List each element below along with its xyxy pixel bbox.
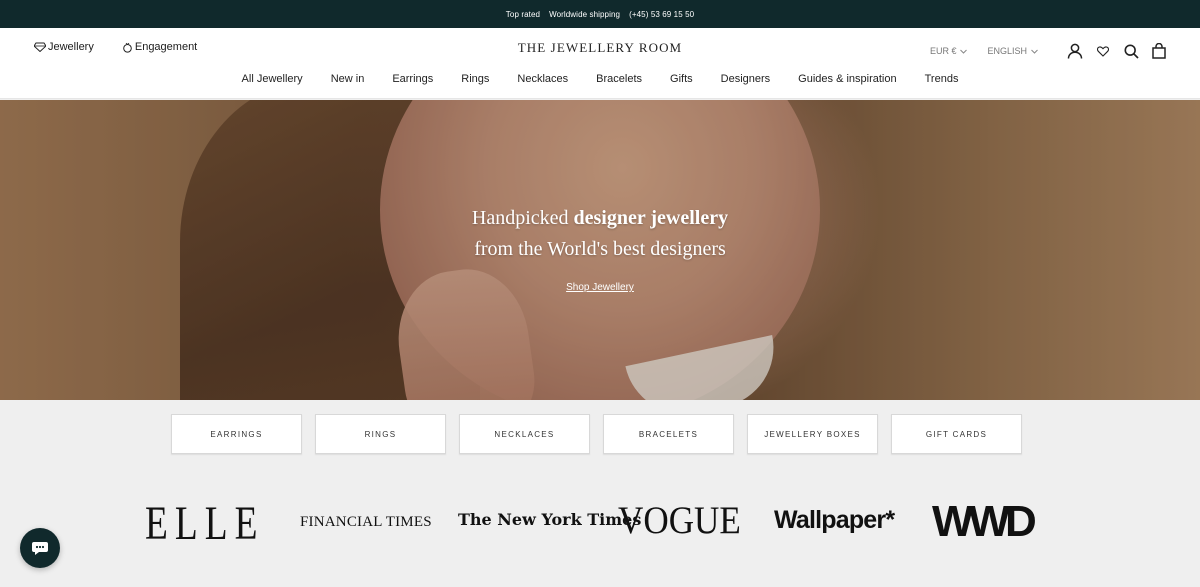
category-gift-cards-button[interactable]: GIFT CARDS — [891, 414, 1022, 454]
category-rings-button[interactable]: RINGS — [315, 414, 446, 454]
press-logo-wallpaper: Wallpaper* — [774, 506, 895, 534]
hero-line1-bold: designer jewellery — [573, 207, 729, 229]
search-icon — [1123, 43, 1139, 59]
nav-item-all-jewellery[interactable]: All Jewellery — [242, 73, 303, 85]
currency-value: EUR € — [929, 46, 957, 56]
press-logo-nyt: The New York Times — [458, 510, 642, 529]
press-logo-financial-times: FINANCIAL TIMES — [300, 514, 432, 530]
currency-selector[interactable]: EUR € — [930, 46, 968, 56]
nav-item-guides[interactable]: Guides & inspiration — [798, 73, 896, 85]
main-navigation: All Jewellery New in Earrings Rings Neck… — [0, 73, 1200, 85]
category-necklaces-button[interactable]: NECKLACES — [459, 414, 590, 454]
nav-item-rings[interactable]: Rings — [461, 73, 489, 85]
category-jewellery-boxes-button[interactable]: JEWELLERY BOXES — [747, 414, 878, 454]
topbar-item-top-rated: Top rated — [505, 9, 541, 19]
hero-line2: from the World's best designers — [474, 238, 726, 260]
hero-line1-pre: Handpicked — [471, 207, 574, 229]
press-logo-vogue: VOGUE — [618, 499, 741, 542]
nav-item-designers[interactable]: Designers — [721, 73, 771, 85]
wishlist-icon — [1097, 45, 1109, 57]
chat-icon — [32, 542, 48, 555]
search-button[interactable] — [1120, 40, 1142, 62]
cart-button[interactable] — [1148, 40, 1170, 62]
nav-item-bracelets[interactable]: Bracelets — [596, 73, 642, 85]
category-earrings-button[interactable]: EARRINGS — [171, 414, 302, 454]
category-bracelets-button[interactable]: BRACELETS — [603, 414, 734, 454]
nav-item-necklaces[interactable]: Necklaces — [517, 73, 568, 85]
shop-jewellery-link[interactable]: Shop Jewellery — [566, 282, 634, 293]
chat-button[interactable] — [20, 528, 60, 568]
wishlist-button[interactable] — [1092, 40, 1114, 62]
category-buttons: EARRINGS RINGS NECKLACES BRACELETS JEWEL… — [171, 414, 1022, 454]
account-button[interactable] — [1064, 40, 1086, 62]
chevron-down-icon — [1031, 49, 1038, 54]
language-selector[interactable]: ENGLISH — [987, 46, 1038, 56]
hero-banner: Handpicked designer jewellery from the W… — [0, 100, 1200, 400]
announcement-bar: Top rated Worldwide shipping (+45) 53 69… — [0, 0, 1200, 28]
chevron-down-icon — [960, 49, 968, 54]
nav-item-earrings[interactable]: Earrings — [392, 73, 433, 85]
press-logo-elle: ELLE — [145, 497, 265, 550]
press-logos: ELLE FINANCIAL TIMES The New York Times … — [140, 497, 1070, 550]
nav-item-trends[interactable]: Trends — [925, 73, 959, 85]
topbar-item-phone[interactable]: (+45) 53 69 15 50 — [629, 10, 694, 19]
nav-item-new-in[interactable]: New in — [331, 73, 365, 85]
nav-item-gifts[interactable]: Gifts — [670, 73, 693, 85]
account-icon — [1067, 43, 1083, 59]
topbar-item-shipping: Worldwide shipping — [549, 9, 621, 19]
header-right-controls: EUR € ENGLISH — [930, 40, 1170, 62]
press-logo-wwd: WWD — [932, 497, 1037, 546]
cart-icon — [1152, 43, 1166, 59]
hero-headline: Handpicked designer jewellery from the W… — [0, 203, 1200, 265]
language-value: ENGLISH — [987, 46, 1027, 56]
site-header: Jewellery Engagement THE JEWELLERY ROOM … — [0, 28, 1200, 99]
